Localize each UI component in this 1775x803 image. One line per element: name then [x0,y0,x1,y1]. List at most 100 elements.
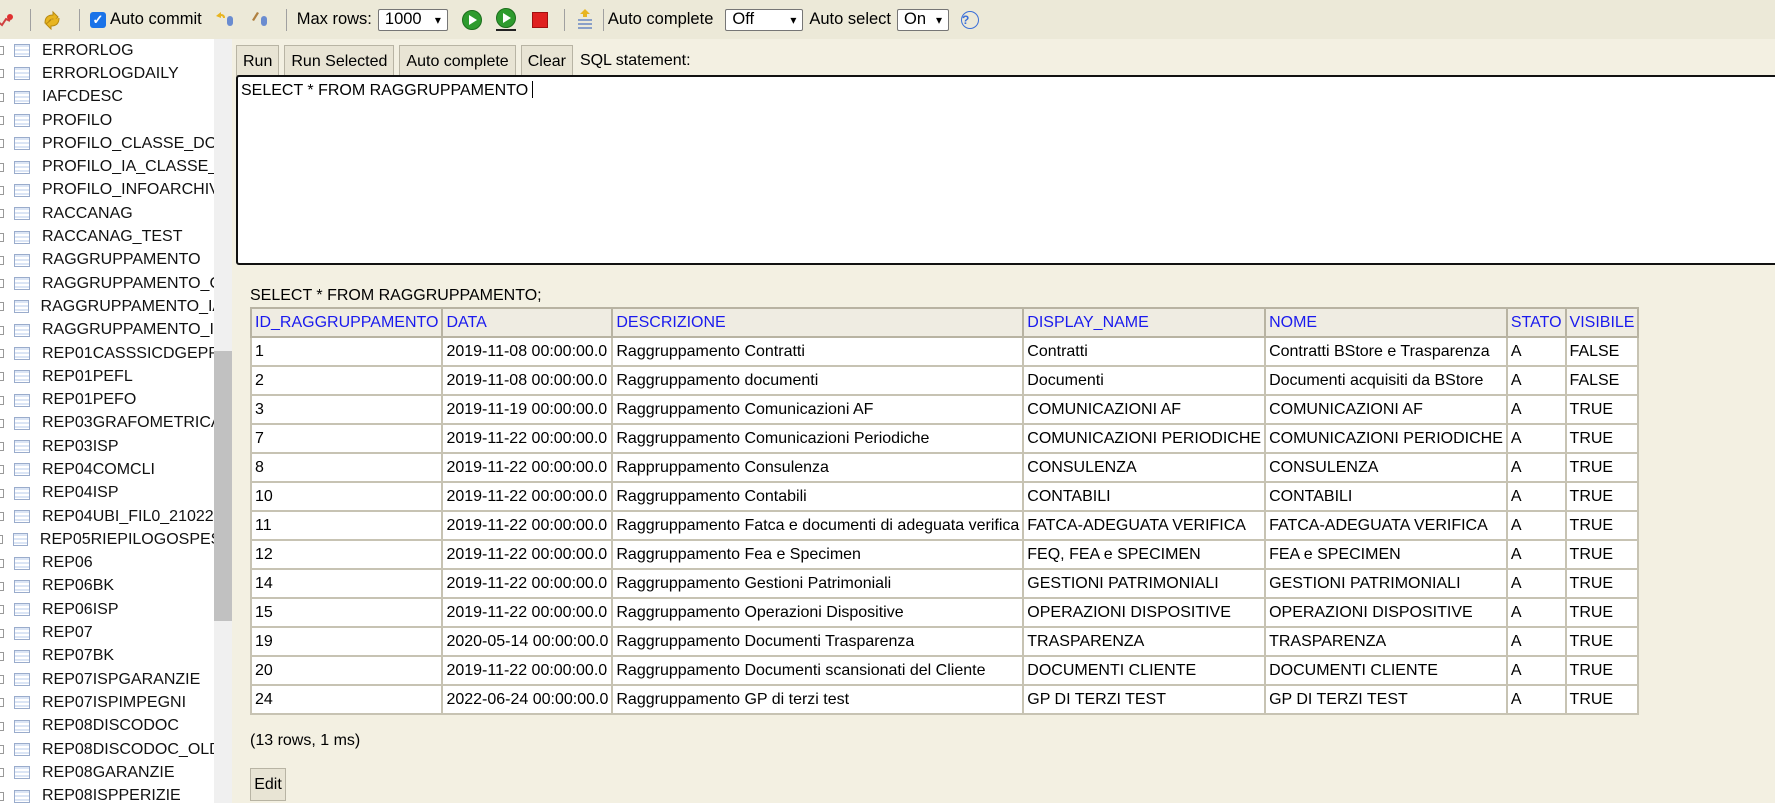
tree-item-table[interactable]: REP07ISPIMPEGNI [0,691,232,714]
clear-button[interactable]: Clear [520,45,573,76]
expand-icon[interactable] [0,92,4,102]
expand-icon[interactable] [0,628,4,638]
table-row[interactable]: 24 2022-06-24 00:00:00.0 Raggruppamento GP… [249,684,1640,715]
column-header[interactable]: VISIBILE [1564,307,1640,338]
tree-item-table[interactable]: REP04COMCLI [0,458,232,481]
tree-item-table[interactable]: RAGGRUPPAMENTO_IA_ [0,295,232,318]
expand-icon[interactable] [0,768,4,778]
expand-icon[interactable] [0,139,4,149]
expand-icon[interactable] [0,791,4,801]
tree-item-table[interactable]: PROFILO_INFOARCHIVE [0,179,232,202]
table-row[interactable]: 1 2019-11-08 00:00:00.0 Raggruppamento Con… [249,336,1640,367]
expand-icon[interactable] [0,581,4,591]
tree-item-table[interactable]: REP08ISPPERIZIE [0,785,232,803]
column-header[interactable]: ID_RAGGRUPPAMENTO [249,307,444,338]
commit-icon[interactable] [248,10,270,30]
expand-icon[interactable] [0,605,4,615]
table-row[interactable]: 19 2020-05-14 00:00:00.0 Raggruppamento Do… [249,626,1640,657]
tree-item-table[interactable]: PROFILO_CLASSE_DOC [0,132,232,155]
tree-item-table[interactable]: REP04ISP [0,482,232,505]
tree-item-table[interactable]: REP06 [0,552,232,575]
scrollbar-thumb[interactable] [214,351,232,621]
table-row[interactable]: 8 2019-11-22 00:00:00.0 Rappruppamento Con… [249,452,1640,483]
auto-commit-checkbox[interactable]: ✓ Auto commit [90,10,202,29]
tree-item-table[interactable]: REP06BK [0,575,232,598]
help-icon[interactable]: ? [961,10,980,29]
table-row[interactable]: 14 2019-11-22 00:00:00.0 Raggruppamento Ge… [249,568,1640,599]
table-row[interactable]: 15 2019-11-22 00:00:00.0 Raggruppamento Op… [249,597,1640,628]
tree-item-table[interactable]: REP07 [0,621,232,644]
tree-item-table[interactable]: IAFCDESC [0,86,232,109]
tree-item-table[interactable]: REP01PEFO [0,388,232,411]
disconnect-icon[interactable] [0,11,14,29]
table-row[interactable]: 2 2019-11-08 00:00:00.0 Raggruppamento doc… [249,365,1640,396]
expand-icon[interactable] [0,69,4,79]
tree-item-table[interactable]: REP01PEFL [0,365,232,388]
expand-icon[interactable] [0,209,4,219]
column-header[interactable]: DESCRIZIONE [611,307,1025,338]
expand-icon[interactable] [0,232,4,242]
rollback-icon[interactable] [214,10,236,30]
table-row[interactable]: 20 2019-11-22 00:00:00.0 Raggruppamento Do… [249,655,1640,686]
table-row[interactable]: 3 2019-11-19 00:00:00.0 Raggruppamento Com… [249,394,1640,425]
expand-icon[interactable] [0,558,4,568]
expand-icon[interactable] [0,255,4,265]
expand-icon[interactable] [0,418,4,428]
expand-icon[interactable] [0,512,4,522]
column-header[interactable]: NOME [1264,307,1508,338]
max-rows-select[interactable]: 1000 ▾ [377,8,448,31]
tree-item-table[interactable]: REP03GRAFOMETRICA [0,412,232,435]
expand-icon[interactable] [0,488,4,498]
edit-button[interactable]: Edit [250,768,286,801]
refresh-icon[interactable] [41,10,63,30]
expand-icon[interactable] [0,465,4,475]
expand-icon[interactable] [0,46,4,56]
expand-icon[interactable] [0,349,4,358]
expand-icon[interactable] [0,372,4,382]
table-row[interactable]: 12 2019-11-22 00:00:00.0 Raggruppamento Fe… [249,539,1640,570]
tree-item-table[interactable]: REP06ISP [0,598,232,621]
table-row[interactable]: 11 2019-11-22 00:00:00.0 Raggruppamento Fa… [249,510,1640,541]
expand-icon[interactable] [0,651,4,661]
expand-icon[interactable] [0,442,4,452]
expand-icon[interactable] [0,279,4,289]
tree-item-table[interactable]: RACCANAG_TEST [0,225,232,248]
column-header[interactable]: DISPLAY_NAME [1022,307,1267,338]
expand-icon[interactable] [0,698,4,708]
expand-icon[interactable] [0,116,4,126]
column-header[interactable]: DATA [441,307,614,338]
auto-select-select[interactable]: On ▾ [897,8,950,31]
tree-item-table[interactable]: REP01CASSSICDGEPRA [0,342,232,365]
expand-icon[interactable] [0,302,4,312]
tree-item-table[interactable]: REP05RIEPILOGOSPESE [0,528,232,551]
stop-icon[interactable] [531,11,548,28]
tree-item-table[interactable]: ERRORLOG [0,39,232,62]
table-row[interactable]: 7 2019-11-22 00:00:00.0 Raggruppamento Com… [249,423,1640,454]
expand-icon[interactable] [0,721,4,731]
column-header[interactable]: STATO [1505,307,1567,338]
run-icon[interactable] [461,9,482,30]
table-row[interactable]: 10 2019-11-22 00:00:00.0 Raggruppamento Co… [249,481,1640,512]
tree-item-table[interactable]: REP08GARANZIE [0,761,232,784]
tree-item-table[interactable]: PROFILO_IA_CLASSE_D [0,155,232,178]
auto-complete-button[interactable]: Auto complete [399,45,516,76]
expand-icon[interactable] [0,185,4,195]
tree-item-table[interactable]: RAGGRUPPAMENTO [0,249,232,272]
run-button[interactable]: Run [236,45,280,76]
expand-icon[interactable] [0,675,4,685]
expand-icon[interactable] [0,535,4,545]
tree-item-table[interactable]: REP08DISCODOC_OLD [0,738,232,761]
tree-item-table[interactable]: PROFILO [0,109,232,132]
run-selected-icon[interactable] [495,8,516,31]
tree-item-table[interactable]: ERRORLOGDAILY [0,62,232,85]
tree-item-table[interactable]: REP03ISP [0,435,232,458]
expand-icon[interactable] [0,162,4,172]
auto-complete-select[interactable]: Off ▾ [725,8,804,31]
checkbox-checked-icon[interactable]: ✓ [90,11,106,28]
tree-item-table[interactable]: REP08DISCODOC [0,715,232,738]
expand-icon[interactable] [0,325,4,335]
tree-item-table[interactable]: RAGGRUPPAMENTO_INI [0,319,232,342]
run-selected-button[interactable]: Run Selected [284,45,395,76]
tree-item-table[interactable]: REP04UBI_FIL0_210222 [0,505,232,528]
tree-item-table[interactable]: RAGGRUPPAMENTO_CL [0,272,232,295]
